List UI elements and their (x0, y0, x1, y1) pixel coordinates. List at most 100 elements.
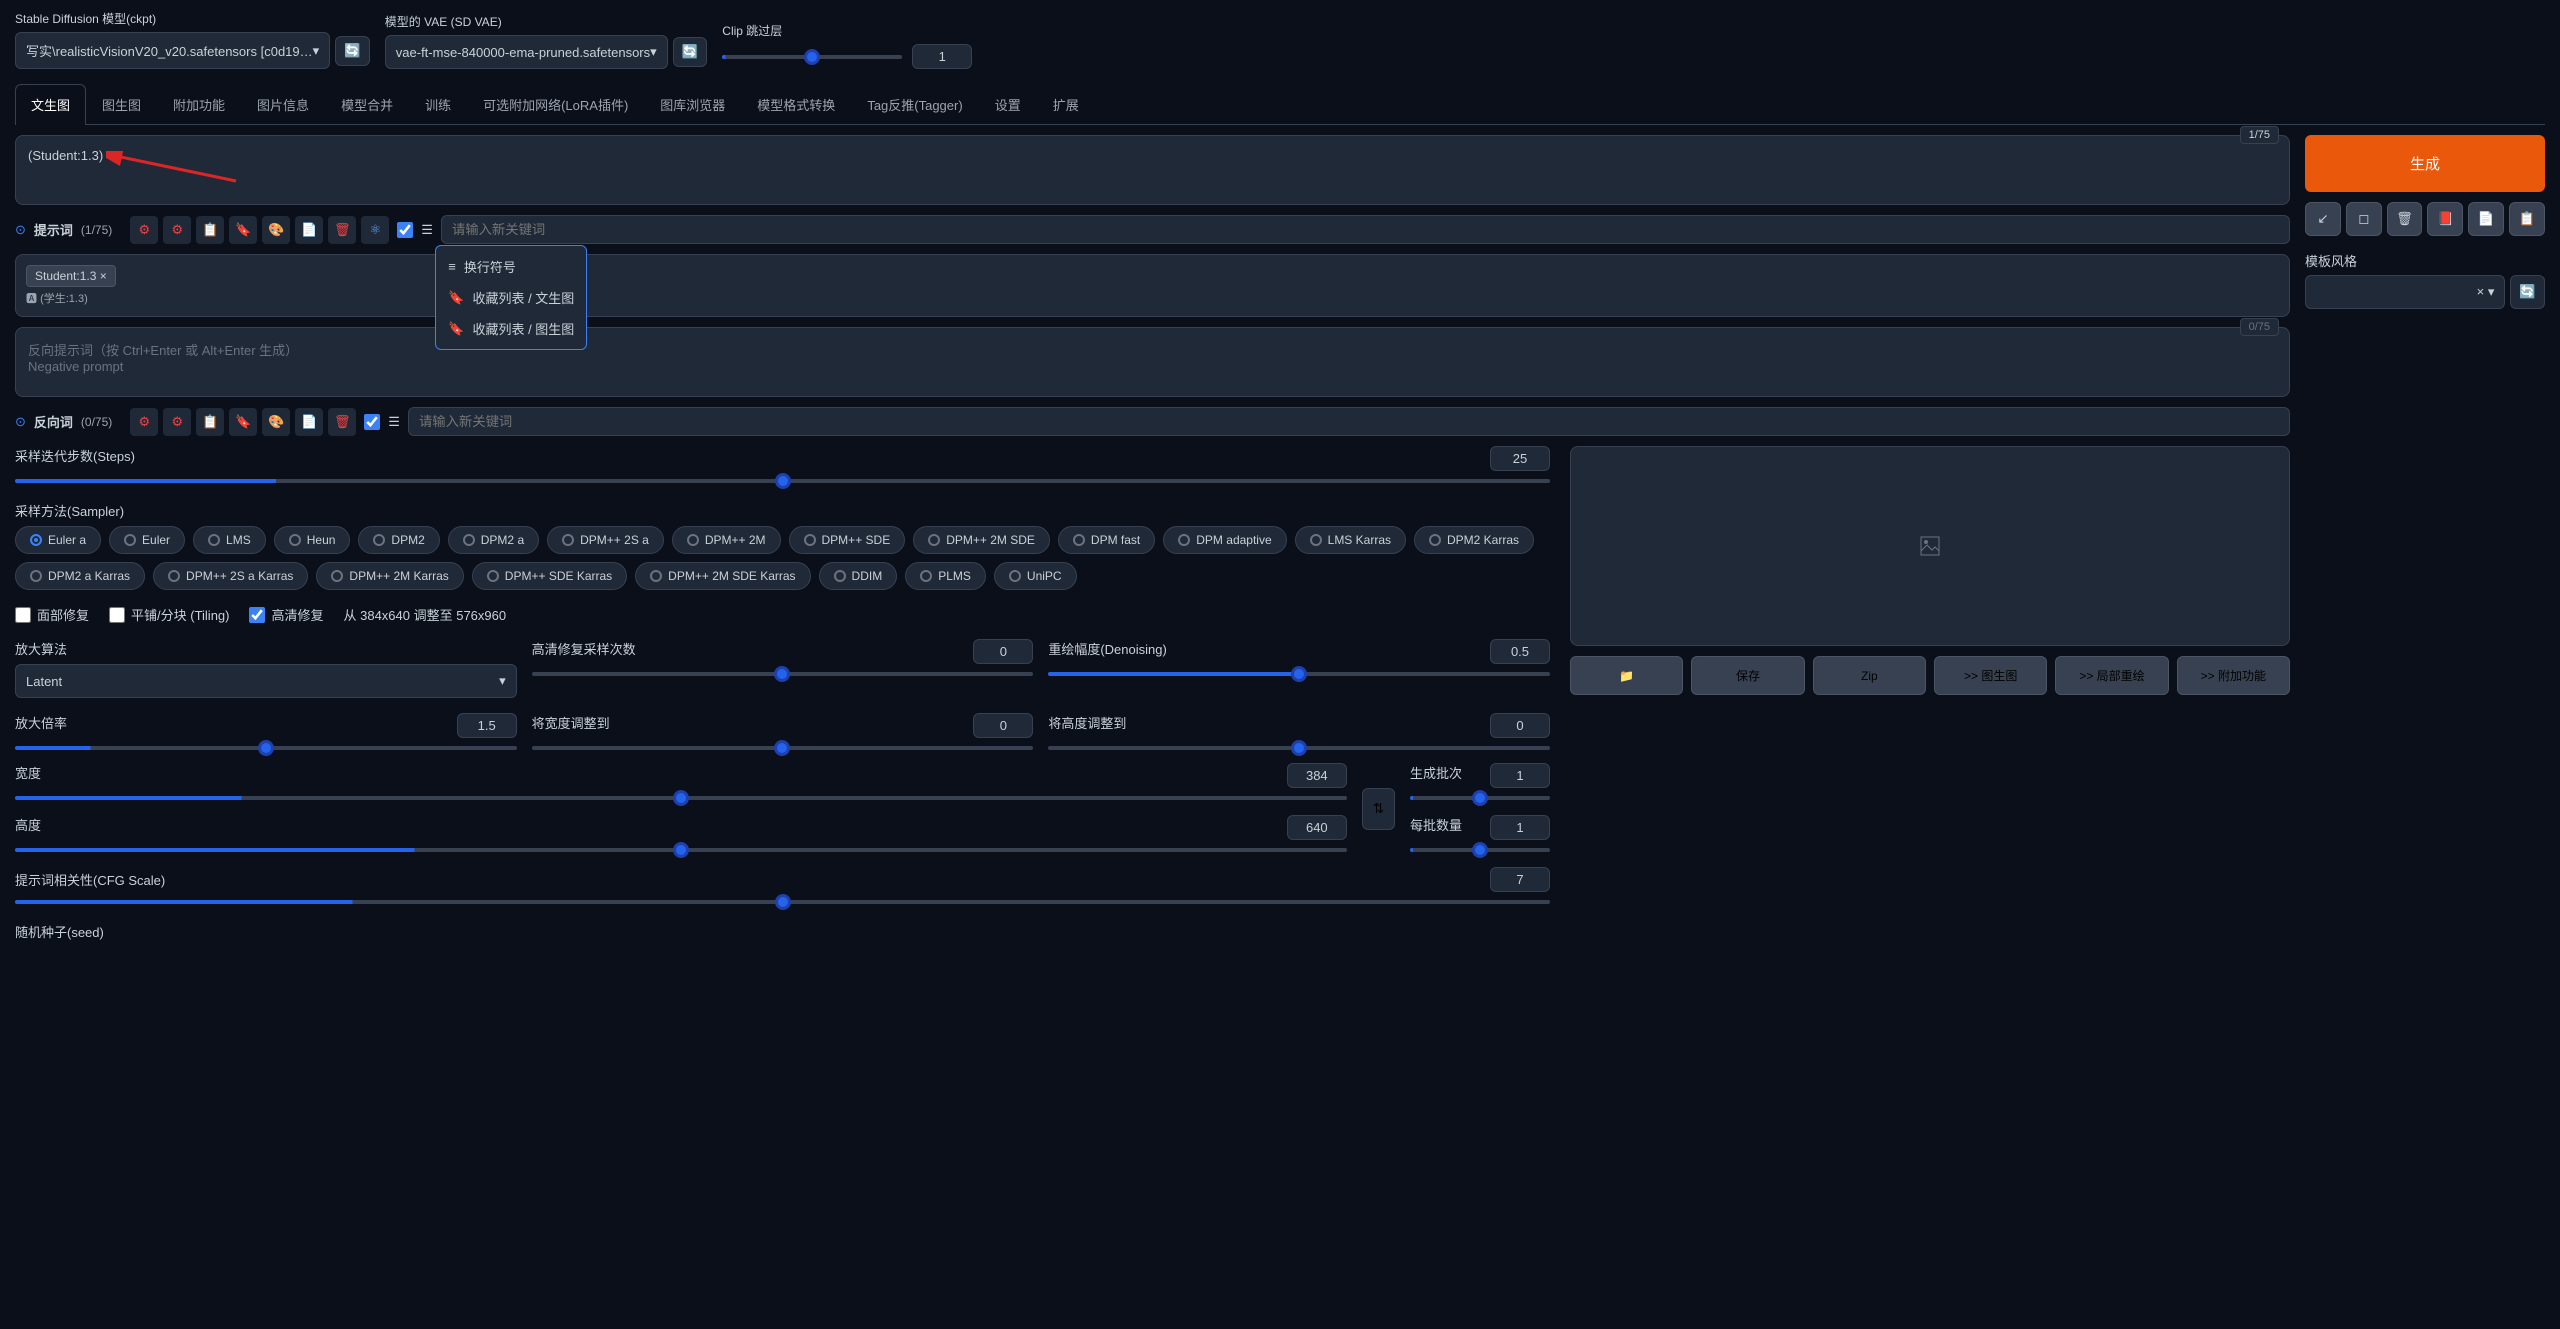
sampler-ddim[interactable]: DDIM (819, 562, 898, 590)
action-btn-1[interactable]: ◻ (2346, 202, 2382, 236)
batch-size-value[interactable]: 1 (1490, 815, 1550, 840)
neg-list-icon[interactable]: ☰ (388, 414, 400, 430)
keyword-input[interactable] (441, 215, 2290, 244)
copy-icon[interactable]: 📄 (295, 216, 323, 244)
resize-w-slider[interactable] (532, 746, 1034, 750)
hires-steps-value[interactable]: 0 (973, 639, 1033, 664)
sampler-lms[interactable]: LMS (193, 526, 266, 554)
tag-close-icon[interactable]: × (100, 269, 107, 283)
face-restore-checkbox[interactable]: 面部修复 (15, 605, 89, 624)
sampler-dpm2-a[interactable]: DPM2 a (448, 526, 539, 554)
sampler-dpm2[interactable]: DPM2 (358, 526, 439, 554)
cfg-value[interactable]: 7 (1490, 867, 1550, 892)
upscale-by-value[interactable]: 1.5 (457, 713, 517, 738)
width-value[interactable]: 384 (1287, 763, 1347, 788)
upscaler-select[interactable]: Latent▾ (15, 664, 517, 698)
styles-select[interactable]: × ▾ (2305, 275, 2505, 309)
sampler-dpm2-a-karras[interactable]: DPM2 a Karras (15, 562, 145, 590)
dropdown-fav-txt2img[interactable]: 🔖收藏列表 / 文生图 (436, 282, 586, 313)
tab-8[interactable]: 模型格式转换 (741, 84, 851, 124)
dropdown-newline[interactable]: ≡换行符号 (436, 251, 586, 282)
neg-trash-icon[interactable]: 🗑 (328, 408, 356, 436)
negative-checkbox[interactable] (364, 414, 380, 430)
sampler-dpm---sde-karras[interactable]: DPM++ SDE Karras (472, 562, 627, 590)
neg-tool-1[interactable]: ⚙ (130, 408, 158, 436)
neg-copy-icon[interactable]: 📄 (295, 408, 323, 436)
sampler-lms-karras[interactable]: LMS Karras (1295, 526, 1406, 554)
denoise-value[interactable]: 0.5 (1490, 639, 1550, 664)
sampler-plms[interactable]: PLMS (905, 562, 986, 590)
sampler-unipc[interactable]: UniPC (994, 562, 1077, 590)
tool-icon-2[interactable]: ⚙ (163, 216, 191, 244)
sampler-dpm---2m-sde[interactable]: DPM++ 2M SDE (913, 526, 1050, 554)
tab-11[interactable]: 扩展 (1037, 84, 1095, 124)
send-inpaint-button[interactable]: >> 局部重绘 (2055, 656, 2168, 695)
ckpt-select[interactable]: 写实\realisticVisionV20_v20.safetensors [c… (15, 32, 330, 69)
send-extras-button[interactable]: >> 附加功能 (2177, 656, 2290, 695)
sampler-dpm-adaptive[interactable]: DPM adaptive (1163, 526, 1286, 554)
tool-icon-1[interactable]: ⚙ (130, 216, 158, 244)
sampler-dpm---2m-sde-karras[interactable]: DPM++ 2M SDE Karras (635, 562, 810, 590)
refresh-vae-button[interactable]: 🔄 (673, 37, 708, 67)
height-value[interactable]: 640 (1287, 815, 1347, 840)
tab-0[interactable]: 文生图 (15, 84, 86, 125)
vae-select[interactable]: vae-ft-mse-840000-ema-pruned.safetensors… (385, 35, 668, 69)
batch-count-slider[interactable] (1410, 796, 1550, 800)
width-slider[interactable] (15, 796, 1347, 800)
dropdown-fav-img2img[interactable]: 🔖收藏列表 / 图生图 (436, 313, 586, 344)
negative-keyword-input[interactable] (408, 407, 2290, 436)
sampler-euler-a[interactable]: Euler a (15, 526, 101, 554)
sampler-dpm---2s-a[interactable]: DPM++ 2S a (547, 526, 664, 554)
zip-button[interactable]: Zip (1813, 656, 1926, 695)
send-img2img-button[interactable]: >> 图生图 (1934, 656, 2047, 695)
tab-4[interactable]: 模型合并 (325, 84, 409, 124)
prompt-tag[interactable]: Student:1.3 × (26, 265, 116, 287)
height-slider[interactable] (15, 848, 1347, 852)
sampler-dpm---2m-karras[interactable]: DPM++ 2M Karras (316, 562, 463, 590)
sampler-euler[interactable]: Euler (109, 526, 185, 554)
sampler-dpm2-karras[interactable]: DPM2 Karras (1414, 526, 1534, 554)
neg-tool-3[interactable]: 📋 (196, 408, 224, 436)
resize-w-value[interactable]: 0 (973, 713, 1033, 738)
generate-button[interactable]: 生成 (2305, 135, 2545, 192)
save-button[interactable]: 保存 (1691, 656, 1804, 695)
swap-dims-button[interactable]: ⇅ (1362, 788, 1395, 830)
steps-slider[interactable] (15, 479, 1550, 483)
cfg-slider[interactable] (15, 900, 1550, 904)
denoise-slider[interactable] (1048, 672, 1550, 676)
sampler-dpm---2s-a-karras[interactable]: DPM++ 2S a Karras (153, 562, 308, 590)
tab-1[interactable]: 图生图 (86, 84, 157, 124)
tab-7[interactable]: 图库浏览器 (644, 84, 741, 124)
resize-h-value[interactable]: 0 (1490, 713, 1550, 738)
prompt-checkbox[interactable] (397, 222, 413, 238)
bookmark-icon[interactable]: 🔖 (229, 216, 257, 244)
refresh-ckpt-button[interactable]: 🔄 (335, 36, 370, 66)
tool-icon-3[interactable]: 📋 (196, 216, 224, 244)
action-btn-4[interactable]: 📄 (2468, 202, 2504, 236)
negative-prompt-textarea[interactable]: 反向提示词（按 Ctrl+Enter 或 Alt+Enter 生成） Negat… (15, 327, 2290, 397)
batch-size-slider[interactable] (1410, 848, 1550, 852)
resize-h-slider[interactable] (1048, 746, 1550, 750)
chevron-down-icon[interactable]: ⊙ (15, 222, 26, 238)
action-btn-0[interactable]: ↙ (2305, 202, 2341, 236)
tab-3[interactable]: 图片信息 (241, 84, 325, 124)
sampler-dpm-fast[interactable]: DPM fast (1058, 526, 1155, 554)
tool-icon-5[interactable]: 🎨 (262, 216, 290, 244)
steps-value[interactable]: 25 (1490, 446, 1550, 471)
trash-icon[interactable]: 🗑 (328, 216, 356, 244)
neg-bookmark-icon[interactable]: 🔖 (229, 408, 257, 436)
batch-count-value[interactable]: 1 (1490, 763, 1550, 788)
upscale-by-slider[interactable] (15, 746, 517, 750)
action-btn-3[interactable]: 📕 (2427, 202, 2463, 236)
tab-9[interactable]: Tag反推(Tagger) (851, 84, 978, 124)
tiling-checkbox[interactable]: 平铺/分块 (Tiling) (109, 605, 229, 624)
open-folder-button[interactable]: 📁 (1570, 656, 1683, 695)
prompt-textarea[interactable]: (Student:1.3) 1/75 (15, 135, 2290, 205)
sampler-dpm---sde[interactable]: DPM++ SDE (789, 526, 906, 554)
tab-2[interactable]: 附加功能 (157, 84, 241, 124)
sampler-dpm---2m[interactable]: DPM++ 2M (672, 526, 781, 554)
clip-value[interactable]: 1 (912, 44, 972, 69)
tool-icon-8[interactable]: ⚛ (361, 216, 389, 244)
clip-slider[interactable] (722, 55, 902, 59)
neg-tool-2[interactable]: ⚙ (163, 408, 191, 436)
